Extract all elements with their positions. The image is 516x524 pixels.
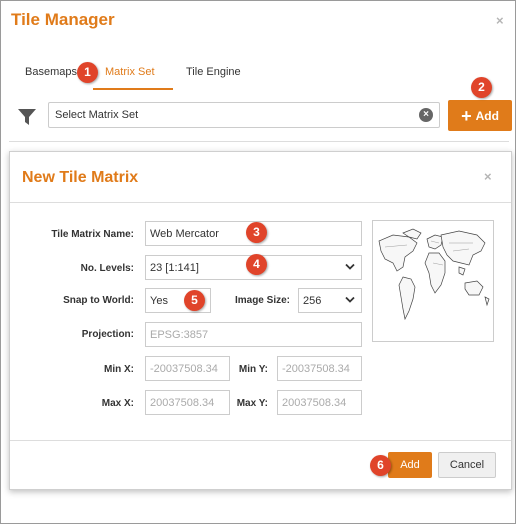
cancel-button[interactable]: Cancel xyxy=(438,452,496,478)
chevron-down-icon xyxy=(345,295,355,306)
tile-matrix-name-label: Tile Matrix Name: xyxy=(51,229,134,240)
divider xyxy=(10,202,511,203)
clear-icon[interactable]: × xyxy=(419,108,433,122)
window-title: Tile Manager xyxy=(11,10,115,29)
active-tab-underline xyxy=(93,88,173,90)
dialog-close-icon[interactable]: × xyxy=(484,169,492,184)
window-close-icon[interactable]: × xyxy=(496,13,504,28)
matrix-set-select[interactable]: Select Matrix Set × xyxy=(48,102,440,128)
plus-icon: + xyxy=(461,105,472,126)
projection-input: EPSG:3857 xyxy=(145,322,362,347)
image-size-label: Image Size: xyxy=(234,295,290,306)
chevron-down-icon xyxy=(345,262,355,273)
world-map-preview xyxy=(372,220,494,342)
dialog-title: New Tile Matrix xyxy=(22,169,139,186)
snap-to-world-label: Snap to World: xyxy=(63,295,134,306)
callout-badge-1: 1 xyxy=(77,62,98,83)
no-levels-value: 23 [1:141] xyxy=(150,261,199,274)
min-y-input: -20037508.34 xyxy=(277,356,362,381)
matrix-set-select-value: Select Matrix Set xyxy=(55,109,139,121)
divider xyxy=(9,141,509,142)
callout-badge-6: 6 xyxy=(370,455,391,476)
divider xyxy=(10,440,511,441)
callout-badge-2: 2 xyxy=(471,77,492,98)
max-x-input: 20037508.34 xyxy=(145,390,230,415)
max-y-label: Max Y: xyxy=(236,398,268,409)
min-y-label: Min Y: xyxy=(238,364,268,375)
max-y-input: 20037508.34 xyxy=(277,390,362,415)
image-size-select[interactable]: 256 xyxy=(298,288,362,313)
max-x-label: Max X: xyxy=(101,398,134,409)
add-button-label: Add xyxy=(475,108,499,123)
tab-matrix-set[interactable]: Matrix Set xyxy=(105,66,155,78)
callout-badge-5: 5 xyxy=(184,290,205,311)
new-tile-matrix-dialog: New Tile Matrix × Tile Matrix Name: Web … xyxy=(9,151,512,490)
tab-basemaps[interactable]: Basemaps xyxy=(25,66,77,78)
filter-icon[interactable] xyxy=(17,107,37,130)
projection-label: Projection: xyxy=(81,329,134,340)
tab-tile-engine[interactable]: Tile Engine xyxy=(186,66,241,78)
callout-badge-4: 4 xyxy=(246,254,267,275)
no-levels-label: No. Levels: xyxy=(80,263,134,274)
add-matrix-set-button[interactable]: + Add xyxy=(448,100,512,131)
add-button[interactable]: Add xyxy=(388,452,432,478)
min-x-input: -20037508.34 xyxy=(145,356,230,381)
image-size-value: 256 xyxy=(303,294,322,307)
callout-badge-3: 3 xyxy=(246,222,267,243)
tile-manager-window: Tile Manager × Basemaps Matrix Set Tile … xyxy=(0,0,516,524)
min-x-label: Min X: xyxy=(104,364,134,375)
